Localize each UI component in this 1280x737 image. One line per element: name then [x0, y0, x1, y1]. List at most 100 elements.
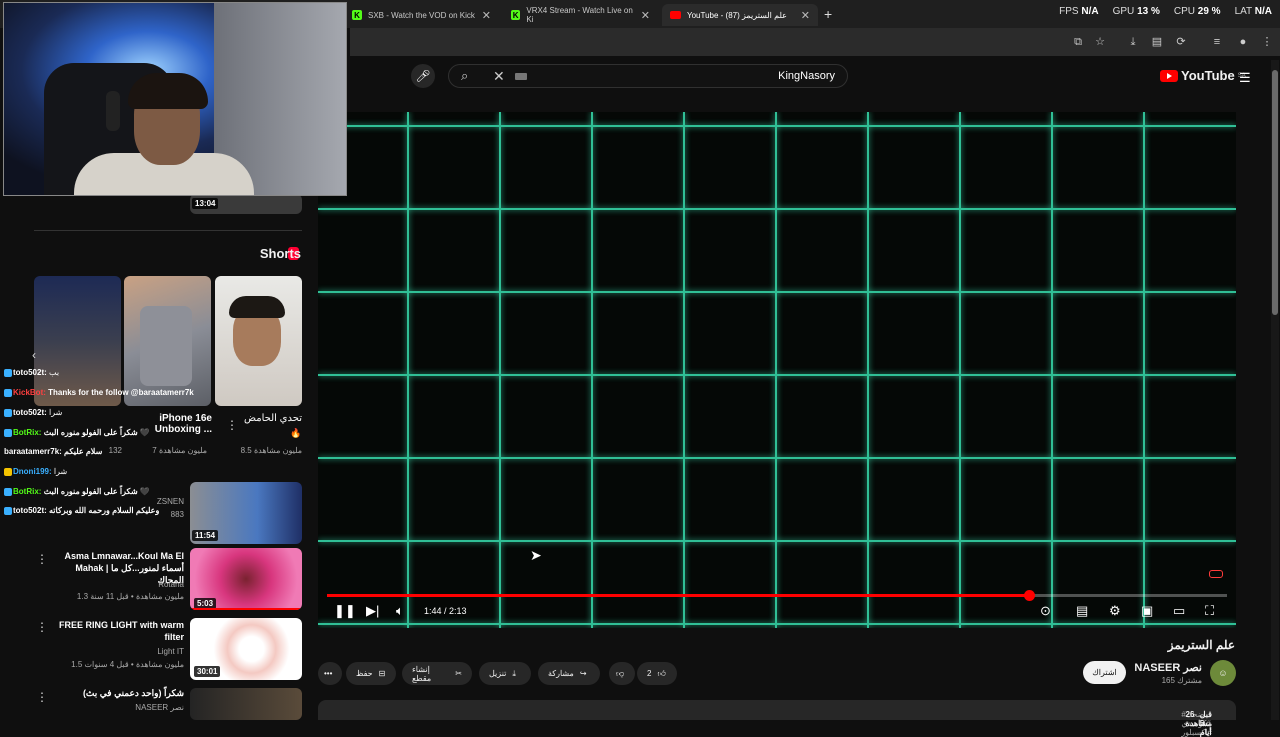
short-thumbnail[interactable] [215, 276, 302, 406]
video-meta: 1.3 مليون مشاهدة • قبل 11 سنة [76, 592, 184, 601]
webcam-overlay [3, 2, 347, 196]
shorts-section-title: Shorts [259, 246, 301, 261]
video-title[interactable]: شكراً (واحد دعمني في بث) [50, 688, 184, 699]
share-icon: ↪ [579, 669, 587, 678]
reading-list-icon[interactable]: ≡ [1210, 35, 1224, 49]
short-views: 7 مليون مشاهدة [152, 446, 207, 455]
description-views: 26 مشاهدة [1185, 710, 1212, 728]
profile-avatar[interactable]: ● [1236, 35, 1250, 49]
scissors-icon: ✂ [455, 669, 462, 678]
download-icon[interactable]: ⤓ [1126, 35, 1140, 49]
moderator-badge-icon [4, 408, 12, 417]
video-meta: 883 [170, 510, 184, 519]
pause-icon[interactable]: ❚❚ [334, 603, 356, 619]
video-thumbnail[interactable] [190, 688, 302, 720]
youtube-play-icon [1160, 69, 1178, 82]
extension-icon[interactable]: ⟳ [1174, 35, 1188, 49]
sponsor-segment-icon [1209, 570, 1223, 578]
next-icon[interactable]: ▶| [366, 603, 379, 619]
search-query: KingNasory [778, 70, 835, 82]
fire-icon: 🔥 [290, 428, 302, 438]
stat-lat: LAT N/A [1234, 6, 1272, 17]
chat-message: BotRix: شكراً على الفولو منوره البث 🖤 [4, 487, 150, 496]
settings-gear-icon[interactable]: ⚙ [1109, 603, 1121, 619]
video-thumbnail[interactable]: 5:03 [190, 548, 302, 610]
theater-mode-icon[interactable]: ▭ [1173, 603, 1185, 619]
fullscreen-icon[interactable]: ⛶ [1205, 603, 1214, 619]
chat-message: toto502t: بب [4, 368, 59, 377]
channel-avatar[interactable]: ☺ [1210, 660, 1236, 686]
video-title[interactable]: FREE RING LIGHT with warm filter [50, 619, 184, 643]
hamburger-menu-icon[interactable]: ☰ [1239, 70, 1253, 86]
page-scrollbar[interactable] [1271, 60, 1279, 720]
youtube-icon [670, 11, 681, 19]
more-options-icon[interactable]: ⋮ [226, 418, 238, 432]
short-title[interactable]: تحدي الحامض [244, 413, 302, 424]
time-display: 1:44 / 2:13 [424, 606, 467, 616]
youtube-logo[interactable]: YouTube SA [1160, 68, 1246, 83]
stat-gpu: GPU 13 % [1112, 6, 1160, 17]
more-actions-button[interactable]: ••• [318, 662, 342, 685]
tab-label: VRX4 Stream - Watch Live on Ki [526, 6, 633, 24]
more-options-icon[interactable]: ⋮ [36, 620, 48, 634]
video-thumbnail[interactable]: 30:01 [190, 618, 302, 680]
volume-icon[interactable]: 🔈︎ [396, 603, 404, 619]
video-duration: 13:04 [192, 198, 219, 209]
performance-stats: FPS N/A GPU 13 % CPU 29 % LAT N/A [1059, 6, 1272, 17]
video-meta: 1.5 مليون مشاهدة • قبل 4 سنوات [71, 660, 184, 669]
chat-message: toto502t: شرا [4, 408, 62, 417]
video-title: علم الستريمز [1167, 638, 1235, 652]
translate-icon[interactable]: ▤ [1150, 35, 1164, 49]
video-frame-grid [318, 112, 1236, 628]
video-thumbnail[interactable]: 11:54 [190, 482, 302, 544]
tab-label: YouTube - علم الستريمز (87) [687, 10, 787, 20]
chat-message: BotRix: شكراً على الفولو منوره البث 🖤 [4, 428, 150, 437]
scroll-left-icon[interactable]: ‹ [32, 348, 36, 362]
short-views: 8.5 مليون مشاهدة [240, 446, 302, 455]
video-channel: Rotana [158, 580, 184, 589]
more-options-icon[interactable]: ⋮ [36, 552, 48, 566]
video-thumbnail[interactable]: 13:04 [190, 194, 302, 214]
moderator-badge-icon [4, 368, 12, 377]
autoplay-toggle[interactable]: ⊙ [1040, 603, 1051, 619]
short-thumbnail[interactable] [34, 276, 121, 406]
download-button[interactable]: تنزيل ⤓ [479, 662, 531, 685]
close-icon[interactable]: ✕ [482, 9, 491, 22]
microphone-icon[interactable]: 🎤︎ [411, 64, 435, 88]
share-button[interactable]: مشاركة ↪ [538, 662, 600, 685]
channel-name[interactable]: NASEER نصر [1134, 661, 1202, 674]
browser-tab-youtube[interactable]: YouTube - علم الستريمز (87) ✕ [662, 4, 818, 26]
subscribe-button[interactable]: اشتراك [1083, 661, 1126, 684]
bookmark-icon: ⊟ [378, 669, 386, 678]
divider [34, 230, 302, 231]
keyboard-icon[interactable] [515, 73, 527, 80]
search-icon[interactable]: ⌕ [461, 68, 468, 84]
video-player[interactable] [318, 112, 1236, 628]
search-input[interactable]: ⌕ ✕ KingNasory [448, 64, 848, 88]
browser-tab-sxb[interactable]: K SXB - Watch the VOD on Kick ✕ [344, 4, 499, 26]
dislike-button[interactable]: 👎︎ [609, 662, 635, 685]
description-box[interactable]: #ضحك #كوميدي #اكسبلور قبل 5 أيام 26 مشاه… [318, 700, 1236, 737]
new-tab-button[interactable]: + [824, 6, 832, 22]
moderator-badge-icon [4, 487, 12, 496]
close-icon[interactable]: ✕ [641, 9, 650, 22]
address-bar[interactable] [350, 28, 1280, 56]
progress-scrubber[interactable] [1024, 590, 1035, 601]
browser-menu-icon[interactable]: ⋮ [1260, 35, 1274, 49]
close-icon[interactable]: ✕ [801, 9, 810, 22]
miniplayer-icon[interactable]: ▣ [1141, 603, 1153, 619]
short-thumbnail[interactable] [124, 276, 211, 406]
clip-button[interactable]: إنشاء مقطع ✂ [402, 662, 472, 685]
subtitles-icon[interactable]: ▤ [1076, 603, 1088, 619]
bookmark-star-icon[interactable]: ☆ [1093, 35, 1107, 49]
stat-cpu: CPU 29 % [1173, 6, 1221, 17]
progress-bar-fill [327, 594, 1029, 597]
browser-tab-vrx4[interactable]: K VRX4 Stream - Watch Live on Ki ✕ [503, 4, 658, 26]
thumbs-up-icon: 👍︎ [657, 668, 666, 678]
more-options-icon[interactable]: ⋮ [36, 690, 48, 704]
like-button[interactable]: 2 👍︎ [637, 662, 677, 685]
install-app-icon[interactable]: ⧉ [1071, 35, 1085, 49]
clear-search-icon[interactable]: ✕ [493, 68, 505, 85]
thumbs-down-icon: 👎︎ [616, 668, 625, 678]
save-button[interactable]: حفظ ⊟ [346, 662, 396, 685]
